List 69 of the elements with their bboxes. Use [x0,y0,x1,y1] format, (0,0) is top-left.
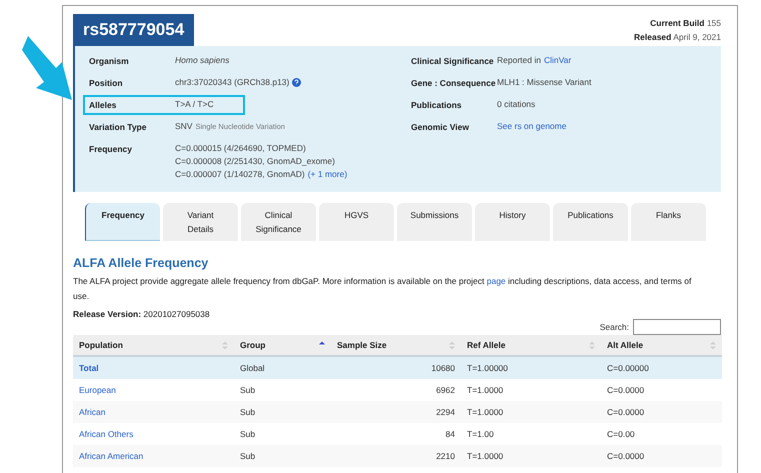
population-link[interactable]: African [79,407,106,417]
table-cell-text: Sub [239,450,256,463]
table-cell-text: 2294 [435,406,456,419]
field-label: Position [89,77,124,89]
table-row[interactable]: African Sub 2294 T=1.0000 C=0.0000 [73,401,722,423]
field-value: MLH1 : Missense Variant [497,77,592,88]
field-value: C=0.000015 (4/264690, TOPMED) [175,143,306,154]
field-value: C=0.000008 (2/251430, GnomAD_exome) [175,156,335,167]
table-cell-text: C=0.0000 [606,384,646,397]
tab[interactable]: Clinical Significance [241,203,316,241]
table-cell-text: 6962 [435,384,456,397]
population-link[interactable]: Total [79,363,99,373]
population-link[interactable]: European [79,385,116,395]
field-value: Reported in [497,55,541,66]
current-build: Current Build 155 [650,18,721,28]
field-label: Organism [89,55,130,67]
pointer-arrow-icon [22,36,74,102]
link[interactable]: See rs on genome [497,121,566,132]
table-cell-text: T=1.00000 [466,362,509,375]
help-icon[interactable] [292,78,302,87]
field-label: Variation Type [89,121,148,133]
tab[interactable]: Flanks [631,203,706,241]
table-row[interactable]: African American Sub 2210 T=1.0000 C=0.0000 [73,445,722,467]
link[interactable]: ClinVar [544,55,572,66]
page-link[interactable]: page [486,276,506,286]
search-field[interactable] [633,319,721,335]
field-label: Genomic View [411,121,470,133]
tab[interactable]: Submissions [397,203,472,241]
link[interactable]: (+ 1 more) [308,169,348,180]
table-cell-text: T=1.0000 [466,384,504,397]
table-cell-text: 84 [444,428,456,441]
table-cell-text: 2210 [435,450,456,463]
section-heading: ALFA Allele Frequency [73,256,210,270]
table-cell-text: T=1.0000 [466,450,504,463]
table-cell-text: T=1.00 [466,428,495,441]
tab[interactable]: HGVS [319,203,394,241]
table-cell-text: C=0.00 [606,428,636,441]
variant-id-title: rs587779054 [73,14,194,46]
table-cell-text: C=0.0000 [606,450,646,463]
tab[interactable]: History [475,203,550,241]
field-label: Gene : Consequence [411,77,497,89]
field-label: Alleles [89,99,118,111]
tab[interactable]: Frequency [85,203,160,241]
description-text: The ALFA project provide aggregate allele frequency from dbGaP. More information is available on the project page including descriptions, data access, and terms of use. [73,275,692,303]
population-link[interactable]: African American [79,451,144,461]
field-value: SNV [175,121,192,132]
field-value: chr3:37020343 (GRCh38.p13) [175,77,290,88]
table-cell-text: Global [239,362,266,375]
field-value: Homo sapiens [175,55,230,66]
table-cell-text: Sub [239,384,256,397]
table-cell-text: Sub [239,406,256,419]
table-cell-text: 10680 [430,362,456,375]
field-value: 0 citations [497,99,536,110]
field-value: T>A / T>C [175,99,214,110]
population-link[interactable]: African Others [79,429,134,439]
table-cell-text: Sub [239,428,256,441]
release-version: Release Version: 20201027095038 [73,309,211,319]
table-row[interactable]: Total Global 10680 T=1.00000 C=0.00000 [73,357,722,379]
field-label: Publications [411,99,463,111]
tab[interactable]: Publications [553,203,628,241]
field-label: Frequency [89,143,133,155]
field-label: Clinical Significance [411,55,495,67]
table-cell-text: C=0.00000 [606,362,650,375]
release-date: Released April 9, 2021 [634,32,721,42]
table-cell-text: T=1.0000 [466,406,504,419]
tab[interactable]: Variant Details [163,203,238,241]
field-value: C=0.000007 (1/140278, GnomAD) [175,169,305,180]
search-label: Search: [600,322,629,332]
table-cell-text: C=0.0000 [606,406,646,419]
